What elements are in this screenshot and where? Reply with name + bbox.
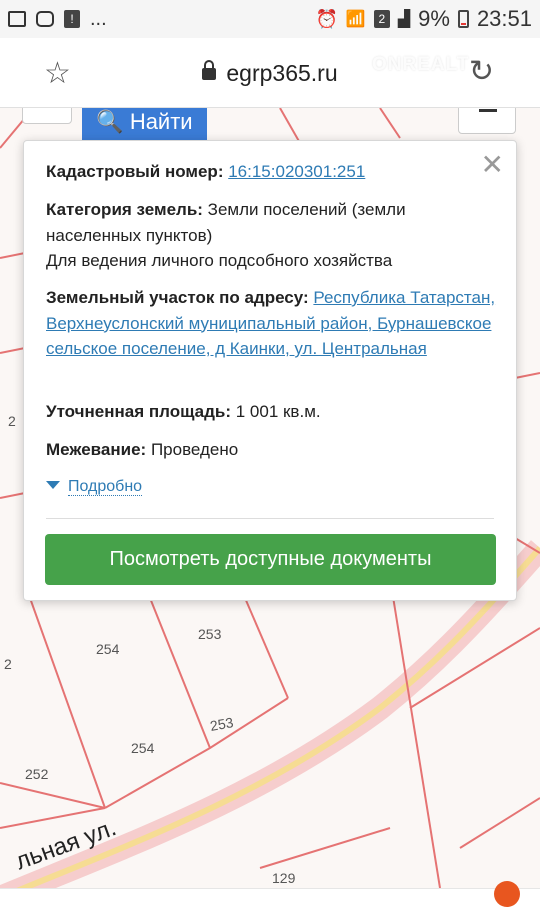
- survey-value: Проведено: [150, 440, 239, 459]
- clock: 23:51: [476, 6, 532, 31]
- lock-icon: [202, 60, 217, 80]
- alert-icon: !: [64, 10, 80, 28]
- chevron-down-icon: [46, 481, 60, 489]
- floating-action-icon[interactable]: [494, 881, 520, 907]
- instagram-icon: [36, 11, 54, 27]
- area-row: Уточненная площадь: 1 001 кв.м.: [46, 399, 498, 425]
- parcel-label: 254: [131, 740, 155, 756]
- status-bar: ! ... ⏰ 📶 2 ▟ 9% 23:51: [0, 0, 540, 38]
- gallery-icon: [8, 11, 26, 27]
- parcel-label: 252: [25, 766, 49, 782]
- more-notifications: ...: [90, 7, 107, 30]
- more-details-toggle[interactable]: Подробно: [46, 478, 143, 496]
- battery-icon: [457, 10, 469, 28]
- category-label: Категория земель:: [46, 200, 203, 219]
- area-value: 1 001 кв.м.: [235, 402, 321, 421]
- menu-button[interactable]: [458, 108, 516, 134]
- search-button[interactable]: 🔍 Найти: [82, 108, 207, 144]
- divider: [46, 518, 494, 519]
- url-text: egrp365.ru: [226, 60, 338, 86]
- parcel-info-popup: ✕ Кадастровый номер: 16:15:020301:251 Ка…: [23, 140, 517, 601]
- parcel-label: 253: [198, 626, 222, 642]
- reload-icon[interactable]: ↻: [469, 54, 494, 89]
- alarm-icon: ⏰: [315, 8, 338, 29]
- wifi-icon: 📶: [345, 11, 366, 28]
- cadastral-link[interactable]: 16:15:020301:251: [228, 162, 365, 181]
- cadastral-row: Кадастровый номер: 16:15:020301:251: [46, 159, 498, 185]
- parcel-label: 254: [96, 641, 120, 657]
- parcel-label: 2: [4, 656, 12, 672]
- survey-label: Межевание:: [46, 440, 147, 459]
- sim-badge: 2: [373, 10, 390, 28]
- cadastral-label: Кадастровый номер:: [46, 162, 224, 181]
- battery-percent: 9%: [418, 6, 450, 31]
- watermark: ONREALT: [372, 54, 470, 75]
- address-row: Земельный участок по адресу: Республика …: [46, 285, 498, 362]
- search-icon: 🔍: [96, 109, 124, 134]
- area-label: Уточненная площадь:: [46, 402, 231, 421]
- usage-value: Для ведения личного подсобного хозяйства: [46, 251, 393, 270]
- map-tab-button[interactable]: [22, 108, 72, 124]
- survey-row: Межевание: Проведено: [46, 437, 498, 463]
- more-details-label: Подробно: [68, 478, 143, 496]
- category-row: Категория земель: Земли поселений (земли…: [46, 197, 498, 274]
- parcel-label: 2: [8, 413, 16, 429]
- view-documents-button[interactable]: Посмотреть доступные документы: [45, 534, 496, 585]
- signal-icon: ▟: [397, 11, 411, 28]
- address-label: Земельный участок по адресу:: [46, 288, 309, 307]
- menu-icon: [479, 109, 497, 112]
- browser-address-bar: ☆ egrp365.ru ↻ ONREALT: [0, 38, 540, 108]
- parcel-label: 129: [272, 870, 296, 886]
- bottom-bar: [0, 881, 540, 910]
- search-button-label: Найти: [129, 109, 193, 134]
